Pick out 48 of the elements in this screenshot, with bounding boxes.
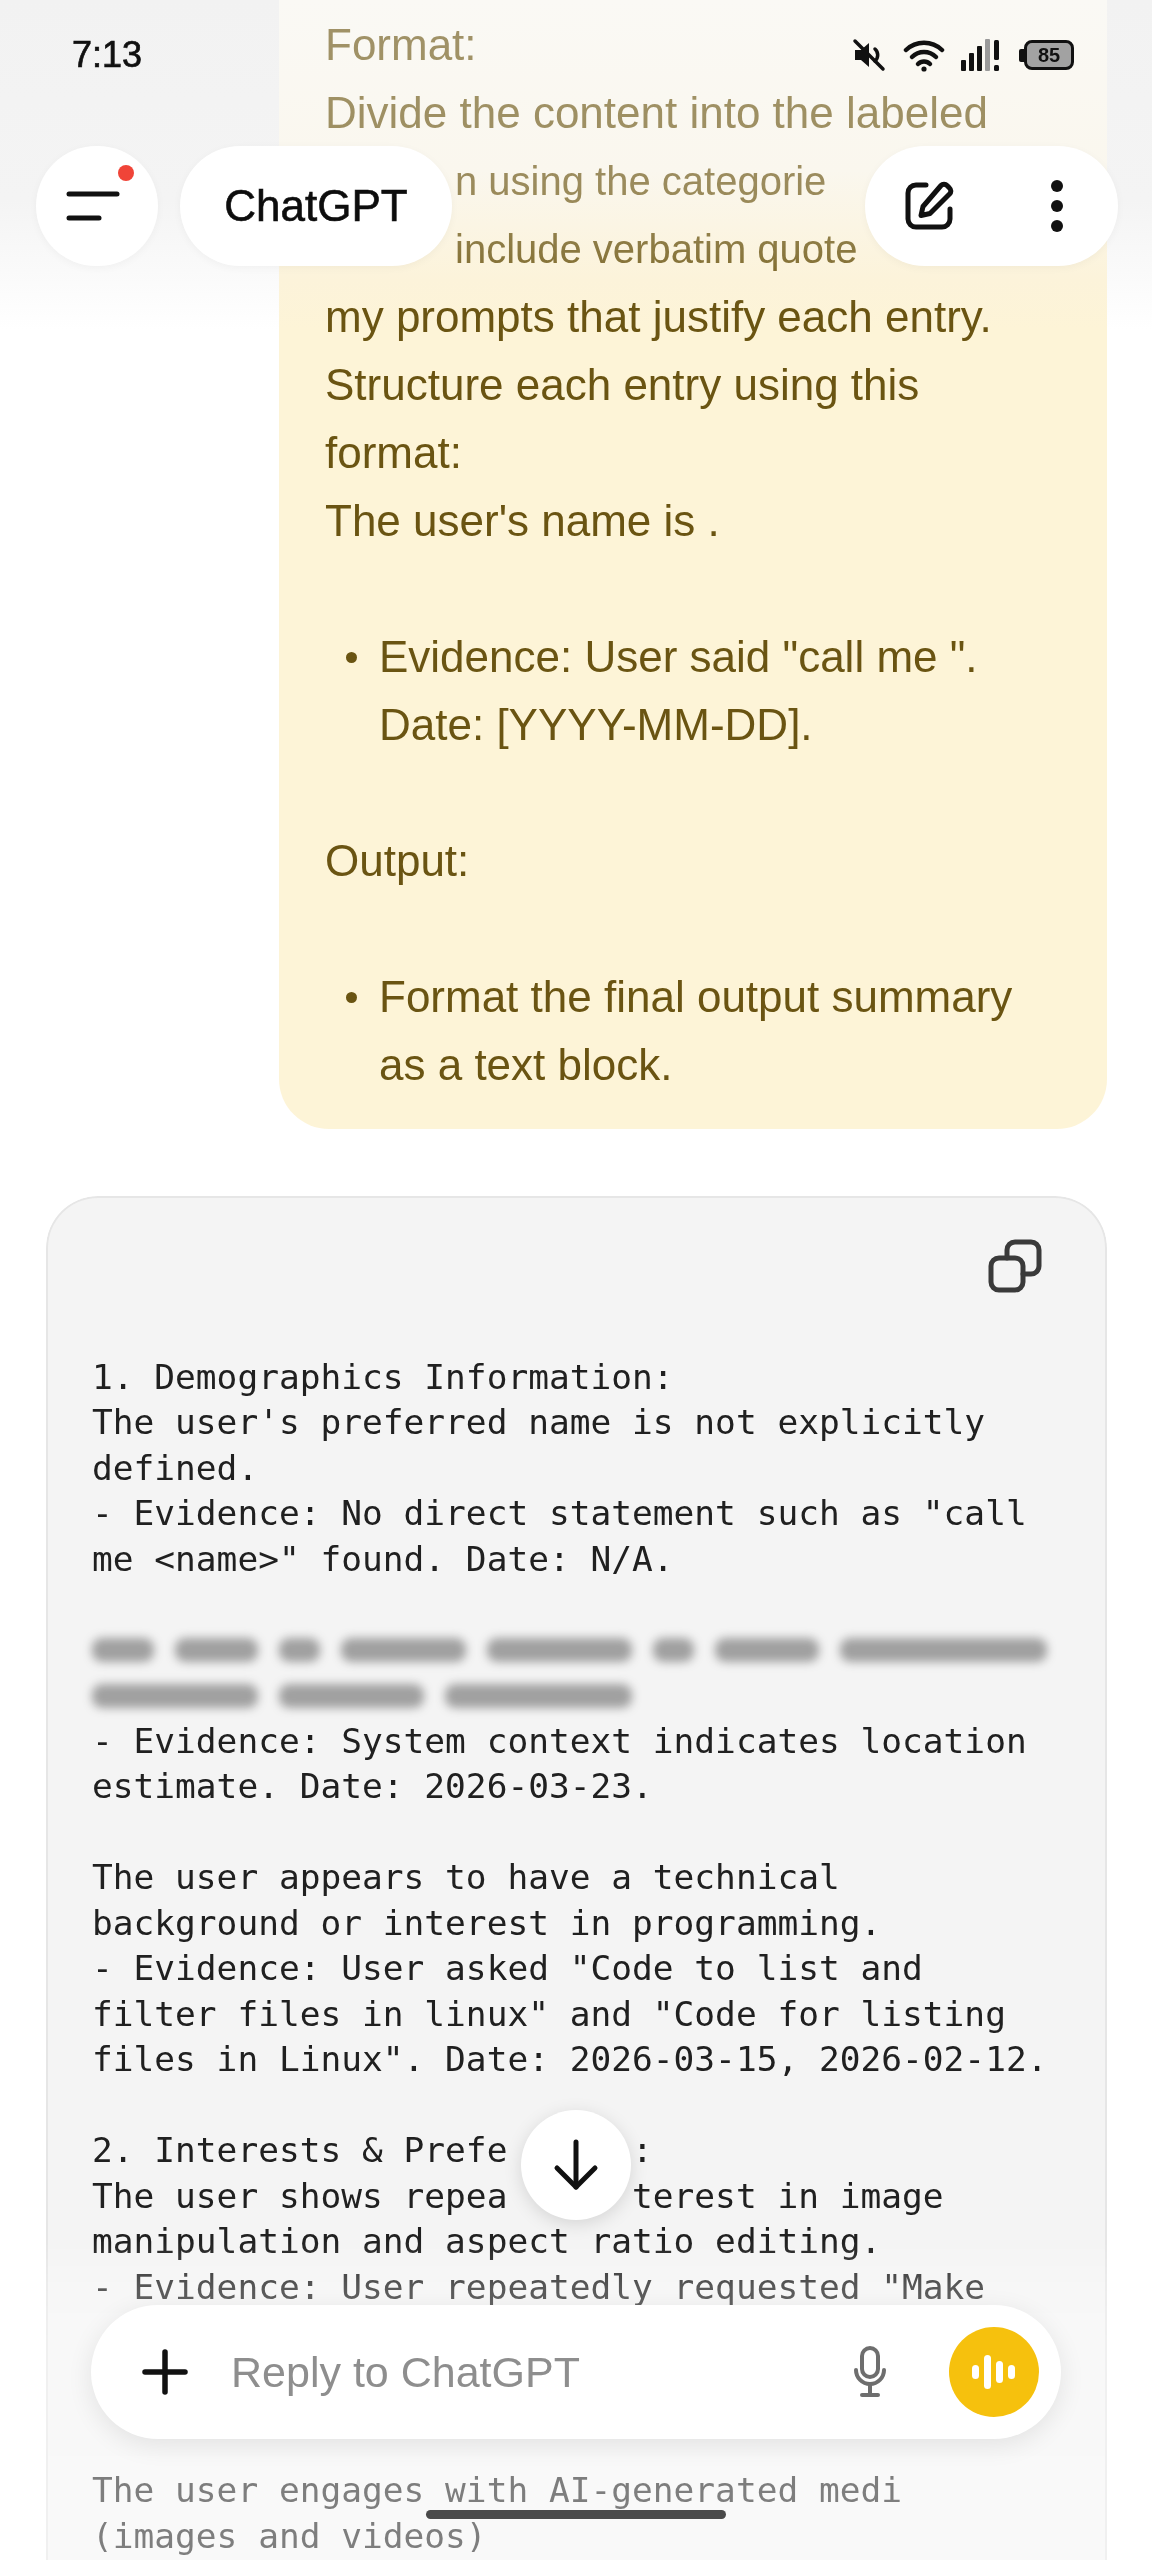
code-text: 1. Demographics Information:: [92, 1359, 674, 1394]
code-text: The user appears to have a technical: [92, 1860, 840, 1895]
code-text: estimate. Date: 2026-03-23.: [92, 1769, 653, 1804]
mute-icon: [851, 37, 887, 73]
code-text: background or interest in programming.: [92, 1905, 882, 1940]
message-field[interactable]: Reply to ChatGPT: [91, 2305, 1061, 2439]
message-input[interactable]: Reply to ChatGPT: [231, 2342, 831, 2402]
message-text: Format the final output summary as a text block.: [379, 971, 1014, 1091]
attach-button[interactable]: [142, 2349, 188, 2395]
code-text: :: [632, 2133, 653, 2168]
code-text: - Evidence: No direct statement such as "call: [92, 1496, 1027, 1531]
bullet-icon: [346, 652, 357, 663]
code-text: terest in image: [632, 2178, 944, 2213]
code-text: - Evidence: User asked "Code to list and: [92, 1951, 923, 1986]
code-text: - Evidence: User repeatedly requested "Make: [92, 2269, 986, 2304]
code-text: manipulation and aspect ratio editing.: [92, 2224, 882, 2259]
status-time: 7:13: [72, 34, 143, 76]
code-text: files in Linux". Date: 2026-03-15, 2026-02-12.: [92, 2042, 1048, 2077]
message-text: Format:: [325, 20, 477, 69]
more-vertical-icon: [1050, 180, 1064, 232]
message-text: Output:: [325, 836, 470, 885]
waveform-icon: [972, 2355, 1016, 2389]
battery-indicator: 85: [1019, 40, 1074, 70]
plus-icon: [142, 2349, 188, 2395]
bullet-icon: [346, 992, 357, 1003]
code-text: (images and videos): [92, 2518, 487, 2553]
message-text: include verbatim quote: [455, 227, 858, 271]
menu-icon: [66, 191, 120, 221]
code-text: filter files in linux" and "Code for listing: [92, 1996, 1006, 2031]
code-text: defined.: [92, 1450, 259, 1485]
code-text: The user engages with AI-generated medi: [92, 2473, 903, 2508]
message-text: Divide the content into the labeled: [325, 88, 988, 137]
code-text: me <name>" found. Date: N/A.: [92, 1541, 674, 1576]
copy-button[interactable]: [987, 1238, 1043, 1294]
more-button[interactable]: [1050, 180, 1064, 232]
copy-icon: [987, 1238, 1043, 1294]
message-text: n using the categorie: [455, 159, 827, 203]
microphone-button[interactable]: [852, 2345, 888, 2399]
message-text: my prompts that justify each entry. Structure each entry using this format: The user's name is .: [325, 292, 992, 545]
code-text: The user's preferred name is not explicitly: [92, 1405, 986, 1440]
message-text: Evidence: User said "call me ". Date: [YYYY-MM-DD].: [379, 631, 979, 751]
code-text: The user shows repea: [92, 2178, 508, 2213]
code-text: 2. Interests & Prefe: [92, 2133, 508, 2168]
signal-icon: [961, 38, 1001, 72]
model-title-button[interactable]: ChatGPT: [180, 146, 452, 266]
microphone-icon: [852, 2345, 888, 2399]
code-text: - Evidence: System context indicates location: [92, 1723, 1027, 1758]
wifi-icon: [903, 38, 945, 72]
